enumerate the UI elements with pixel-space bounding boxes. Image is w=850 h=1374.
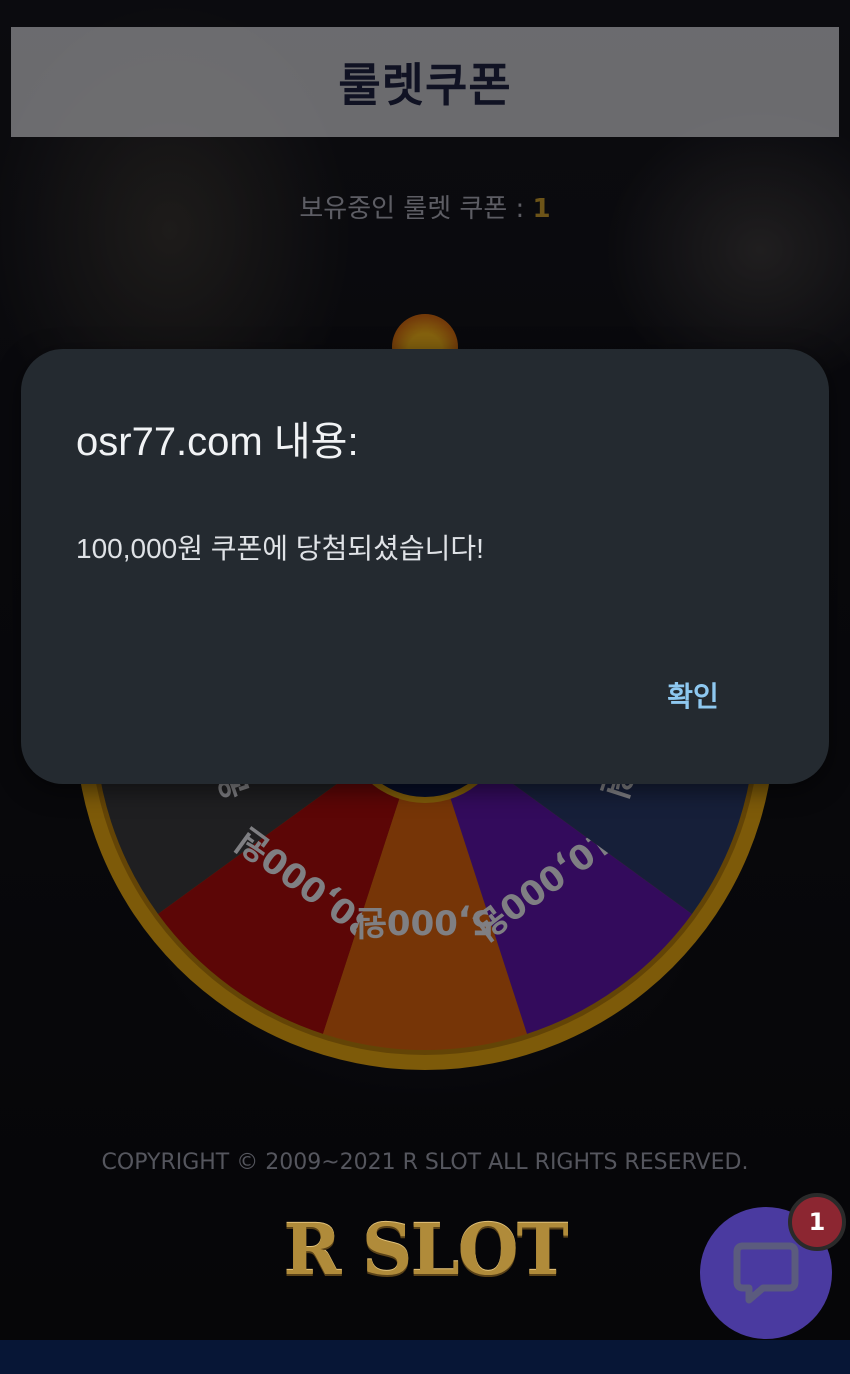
chat-bubble-icon <box>733 1242 799 1304</box>
dialog-message: 100,000원 쿠폰에 당첨되셨습니다! <box>76 533 484 564</box>
dialog-ok-button[interactable]: 확인 <box>643 667 743 723</box>
footer-copyright: COPYRIGHT © 2009~2021 R SLOT ALL RIGHTS … <box>101 1150 749 1175</box>
alert-dialog: osr77.com 내용: 100,000원 쿠폰에 당첨되셨습니다! 확인 <box>21 349 829 784</box>
bottom-bar <box>0 1340 850 1374</box>
chat-badge: 1 <box>788 1193 846 1251</box>
dialog-title: osr77.com 내용: <box>76 420 359 464</box>
